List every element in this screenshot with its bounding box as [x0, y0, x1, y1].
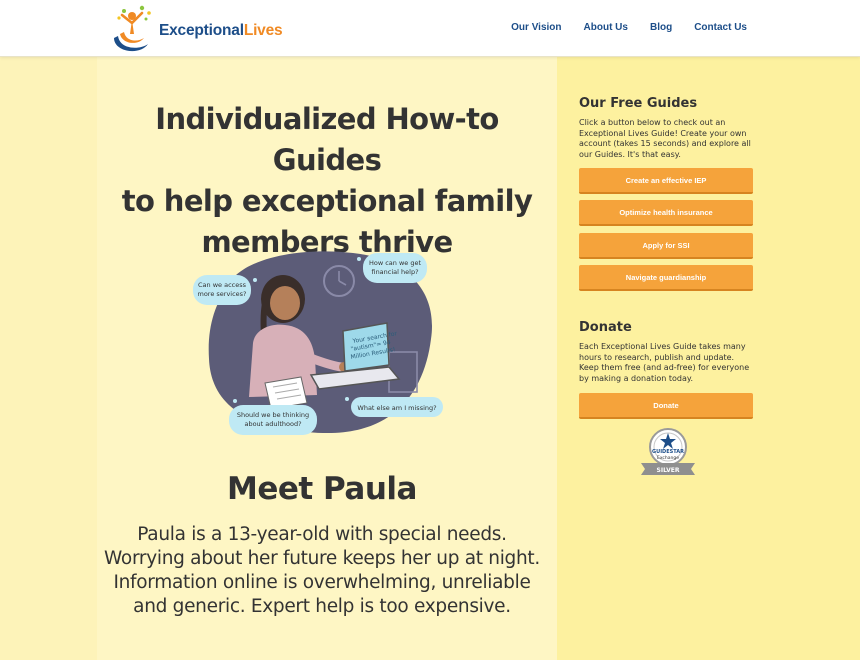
guide-button-iep[interactable]: Create an effective IEP	[579, 168, 753, 194]
paula-illustration: Your search for "autism"= 94 Million Res…	[193, 251, 443, 435]
site-header: ExceptionalLives Our Vision About Us Blo…	[0, 0, 860, 57]
logo-word-lives: Lives	[243, 22, 283, 39]
nav-blog[interactable]: Blog	[650, 22, 672, 33]
svg-text:Should we be thinking: Should we be thinking	[237, 411, 309, 419]
guide-button-ssi[interactable]: Apply for SSI	[579, 233, 753, 259]
bubble-missing: What else am I missing?	[345, 397, 443, 417]
guide-button-guardianship[interactable]: Navigate guardianship	[579, 265, 753, 291]
seal-guidestar-text: GUIDESTAR	[652, 449, 684, 455]
logo-figure-icon	[114, 5, 151, 52]
main-nav: Our Vision About Us Blog Contact Us	[511, 22, 747, 33]
guidestar-seal-icon[interactable]: GUIDESTAR Exchange SILVER	[635, 427, 701, 477]
svg-text:about adulthood?: about adulthood?	[244, 420, 301, 428]
donate-button[interactable]: Donate	[579, 393, 753, 419]
nav-about-us[interactable]: About Us	[584, 22, 628, 33]
site-logo[interactable]: ExceptionalLives	[110, 4, 283, 54]
svg-text:Can we access: Can we access	[198, 281, 247, 289]
svg-text:How can we get: How can we get	[369, 259, 421, 267]
donate-heading: Donate	[579, 320, 632, 335]
guide-button-health-insurance[interactable]: Optimize health insurance	[579, 200, 753, 226]
meet-paula-heading: Meet Paula	[227, 471, 417, 507]
seal-exchange-text: Exchange	[657, 455, 679, 461]
paula-description: Paula is a 13-year-old with special need…	[104, 524, 540, 617]
svg-text:more services?: more services?	[197, 290, 246, 298]
guides-heading: Our Free Guides	[579, 96, 698, 111]
hero-title-line-1: Individualized How-to Guides	[155, 102, 499, 177]
sidebar: Our Free Guides Click a button below to …	[557, 57, 860, 660]
donate-text: Each Exceptional Lives Guide takes many …	[579, 342, 750, 383]
logo-wordmark: ExceptionalLives	[159, 22, 283, 40]
hero-title-line-2: to help exceptional family	[121, 184, 533, 218]
guides-intro-text: Click a button below to check out an Exc…	[579, 118, 751, 159]
logo-word-exceptional: Exceptional	[159, 22, 244, 39]
svg-text:What else am I missing?: What else am I missing?	[357, 404, 436, 412]
hero-title: Individualized How-to Guides to help exc…	[97, 99, 557, 263]
bubble-financial: How can we get financial help?	[357, 253, 427, 283]
seal-silver-text: SILVER	[657, 467, 680, 474]
svg-text:financial help?: financial help?	[371, 268, 418, 276]
nav-our-vision[interactable]: Our Vision	[511, 22, 561, 33]
main-content: Individualized How-to Guides to help exc…	[97, 57, 557, 660]
nav-contact-us[interactable]: Contact Us	[694, 22, 747, 33]
